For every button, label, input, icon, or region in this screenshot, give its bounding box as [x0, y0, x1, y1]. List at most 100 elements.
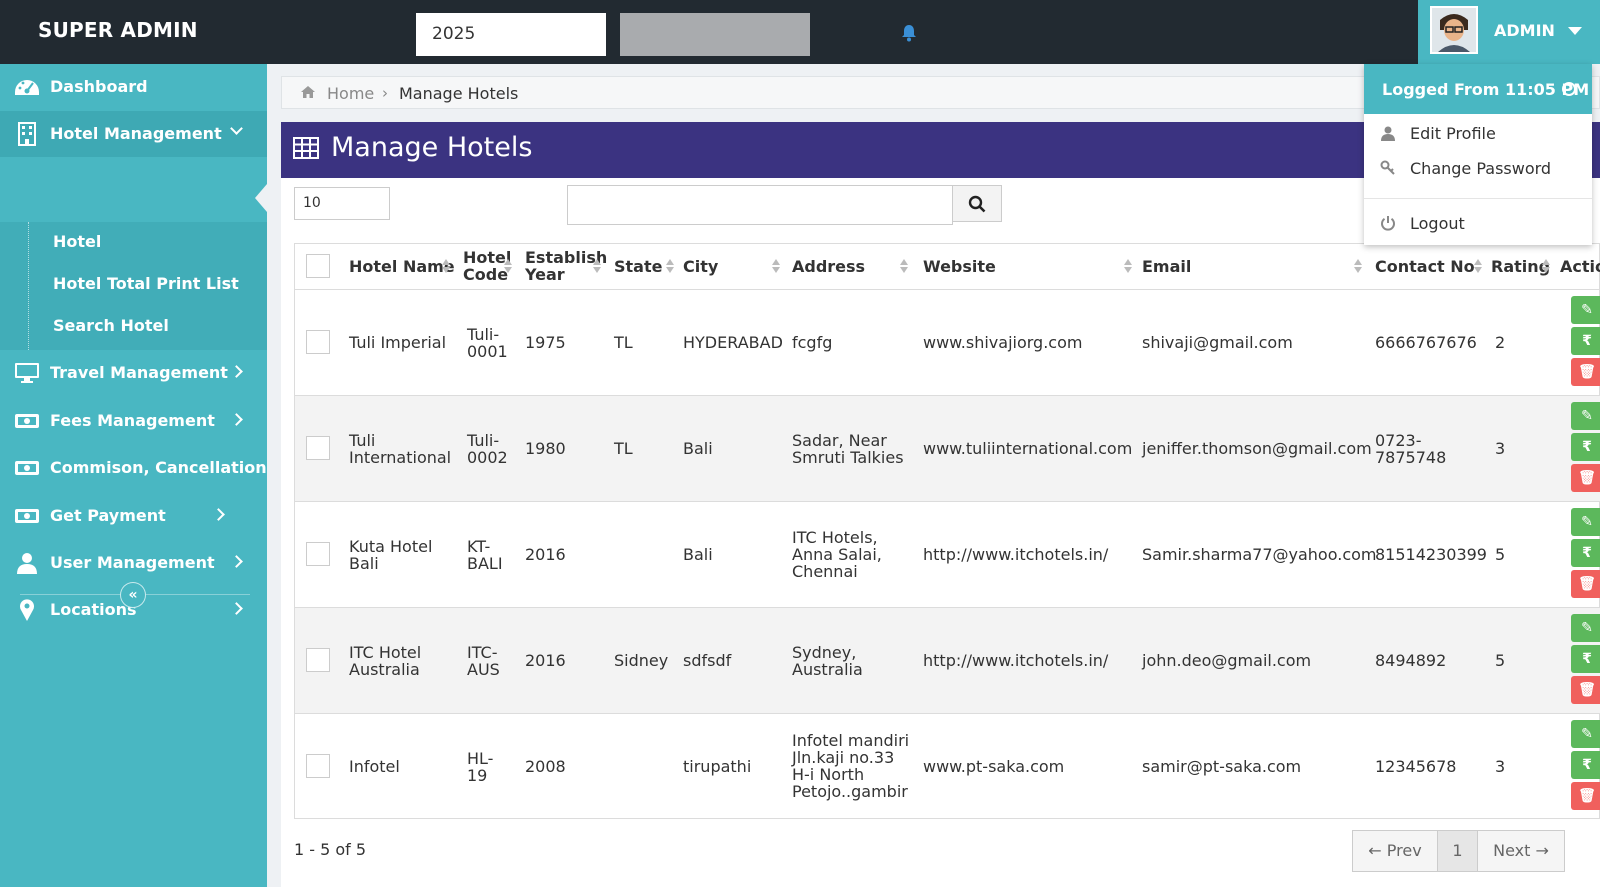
cell-hotel-name: Infotel	[349, 757, 400, 776]
table-row: ITC Hotel Australia ITC- AUS 2016 Sidney…	[295, 607, 1600, 713]
delete-button[interactable]: 🗑	[1571, 464, 1600, 492]
cell-state: TL	[614, 439, 633, 458]
cell-state: Sidney	[614, 651, 669, 670]
map-marker-icon	[20, 599, 34, 621]
sidebar-item-label: User Management	[50, 553, 215, 572]
payment-button[interactable]: ₹	[1571, 539, 1600, 567]
year-field[interactable]: 2025	[416, 13, 606, 56]
bell-icon[interactable]	[900, 24, 918, 42]
active-indicator	[255, 184, 267, 212]
sidebar-item-hotel-management[interactable]: Hotel Management	[0, 111, 267, 157]
sort-icon	[504, 259, 512, 273]
breadcrumb-home-link[interactable]: Home	[327, 84, 374, 103]
sort-icon	[593, 259, 601, 273]
key-icon	[1380, 160, 1395, 175]
collapse-sidebar-button[interactable]: «	[120, 582, 146, 608]
row-checkbox[interactable]	[306, 648, 330, 672]
caret-down-icon[interactable]	[1568, 27, 1582, 35]
delete-button[interactable]: 🗑	[1571, 782, 1600, 810]
chevron-right-icon	[212, 508, 225, 521]
search-button[interactable]	[952, 185, 1002, 222]
cell-establish-year: 1975	[525, 333, 566, 352]
cell-address: Sadar, Near Smruti Talkies	[792, 431, 904, 467]
search-icon	[968, 195, 986, 213]
edit-button[interactable]: ✎	[1571, 508, 1600, 536]
payment-button[interactable]: ₹	[1571, 327, 1600, 355]
prev-button[interactable]: ← Prev	[1352, 830, 1438, 872]
cell-establish-year: 2008	[525, 757, 566, 776]
logout-item[interactable]: Logout	[1364, 209, 1592, 239]
cell-website: www.shivajiorg.com	[923, 333, 1083, 352]
sort-icon	[1124, 259, 1132, 273]
cell-rating: 5	[1495, 651, 1506, 670]
change-password-item[interactable]: Change Password	[1364, 154, 1592, 184]
secondary-field[interactable]	[620, 13, 810, 56]
sort-icon	[772, 259, 780, 273]
submenu-item-hotel[interactable]: Hotel	[53, 232, 101, 251]
cell-rating: 2	[1495, 333, 1506, 352]
money-icon	[15, 509, 39, 523]
sidebar-item-label: Get Payment	[50, 506, 166, 525]
delete-button[interactable]: 🗑	[1571, 570, 1600, 598]
building-icon	[18, 122, 36, 146]
breadcrumb-separator: ›	[382, 84, 388, 102]
cell-hotel-name: ITC Hotel Australia	[349, 643, 422, 679]
admin-menu-toggle[interactable]: ADMIN	[1418, 0, 1600, 64]
sidebar-item-user-management[interactable]: User Management	[0, 540, 267, 586]
sidebar-item-get-payment[interactable]: Get Payment	[0, 493, 267, 539]
next-button[interactable]: Next →	[1477, 830, 1565, 872]
per-page-select[interactable]: 10	[294, 187, 390, 220]
table-row: Tuli International Tuli- 0002 1980 TL Ba…	[295, 395, 1600, 501]
cell-rating: 3	[1495, 757, 1506, 776]
home-icon[interactable]	[300, 85, 316, 99]
row-checkbox[interactable]	[306, 330, 330, 354]
delete-button[interactable]: 🗑	[1571, 358, 1600, 386]
edit-profile-item[interactable]: Edit Profile	[1364, 119, 1592, 149]
row-checkbox[interactable]	[306, 436, 330, 460]
cell-city: Bali	[683, 439, 713, 458]
chevron-right-icon	[230, 413, 243, 426]
logged-from-text: Logged From 11:05 PM	[1382, 80, 1590, 99]
sort-icon	[900, 259, 908, 273]
cell-contact: 0723- 7875748	[1375, 431, 1447, 467]
sidebar-item-dashboard[interactable]: Dashboard	[0, 64, 267, 110]
search-input[interactable]	[567, 185, 953, 225]
admin-label[interactable]: ADMIN	[1494, 21, 1555, 40]
submenu-item-hotel-total-print-list[interactable]: Hotel Total Print List	[53, 274, 239, 293]
edit-button[interactable]: ✎	[1571, 402, 1600, 430]
cell-address: fcgfg	[792, 333, 833, 352]
edit-button[interactable]: ✎	[1571, 296, 1600, 324]
payment-button[interactable]: ₹	[1571, 645, 1600, 673]
table-row: Kuta Hotel Bali KT- BALI 2016 Bali ITC H…	[295, 501, 1600, 607]
dashboard-icon	[15, 80, 39, 95]
sidebar-item-commison-cancellation[interactable]: Commison, Cancellation	[0, 445, 267, 491]
chevron-down-icon	[230, 122, 243, 135]
sidebar-item-label: Fees Management	[50, 411, 215, 430]
sidebar-item-label: Dashboard	[50, 77, 148, 96]
user-dropdown-menu: Logged From 11:05 PM Edit Profile Change…	[1364, 64, 1592, 245]
sidebar-item-travel-management[interactable]: Travel Management	[0, 350, 267, 396]
edit-button[interactable]: ✎	[1571, 720, 1600, 748]
cell-address: ITC Hotels, Anna Salai, Chennai	[792, 528, 882, 581]
cell-hotel-code: HL- 19	[467, 749, 494, 785]
cell-rating: 5	[1495, 545, 1506, 564]
payment-button[interactable]: ₹	[1571, 751, 1600, 779]
submenu-item-search-hotel[interactable]: Search Hotel	[53, 316, 169, 335]
row-checkbox[interactable]	[306, 754, 330, 778]
cell-hotel-name: Tuli International	[349, 431, 452, 467]
row-checkbox[interactable]	[306, 542, 330, 566]
table-row: Tuli Imperial Tuli- 0001 1975 TL HYDERAB…	[295, 289, 1600, 395]
cell-website: http://www.itchotels.in/	[923, 545, 1109, 564]
avatar[interactable]	[1430, 6, 1478, 54]
select-all-checkbox[interactable]	[306, 254, 330, 278]
brand-title: SUPER ADMIN	[38, 18, 198, 42]
cell-email: Samir.sharma77@yahoo.com	[1142, 545, 1377, 564]
edit-button[interactable]: ✎	[1571, 614, 1600, 642]
cell-hotel-code: KT- BALI	[467, 537, 503, 573]
payment-button[interactable]: ₹	[1571, 433, 1600, 461]
sidebar-item-fees-management[interactable]: Fees Management	[0, 398, 267, 444]
logged-from-header: Logged From 11:05 PM	[1364, 64, 1592, 114]
delete-button[interactable]: 🗑	[1571, 676, 1600, 704]
cell-contact: 6666767676	[1375, 333, 1477, 352]
page-1-button[interactable]: 1	[1437, 830, 1478, 872]
